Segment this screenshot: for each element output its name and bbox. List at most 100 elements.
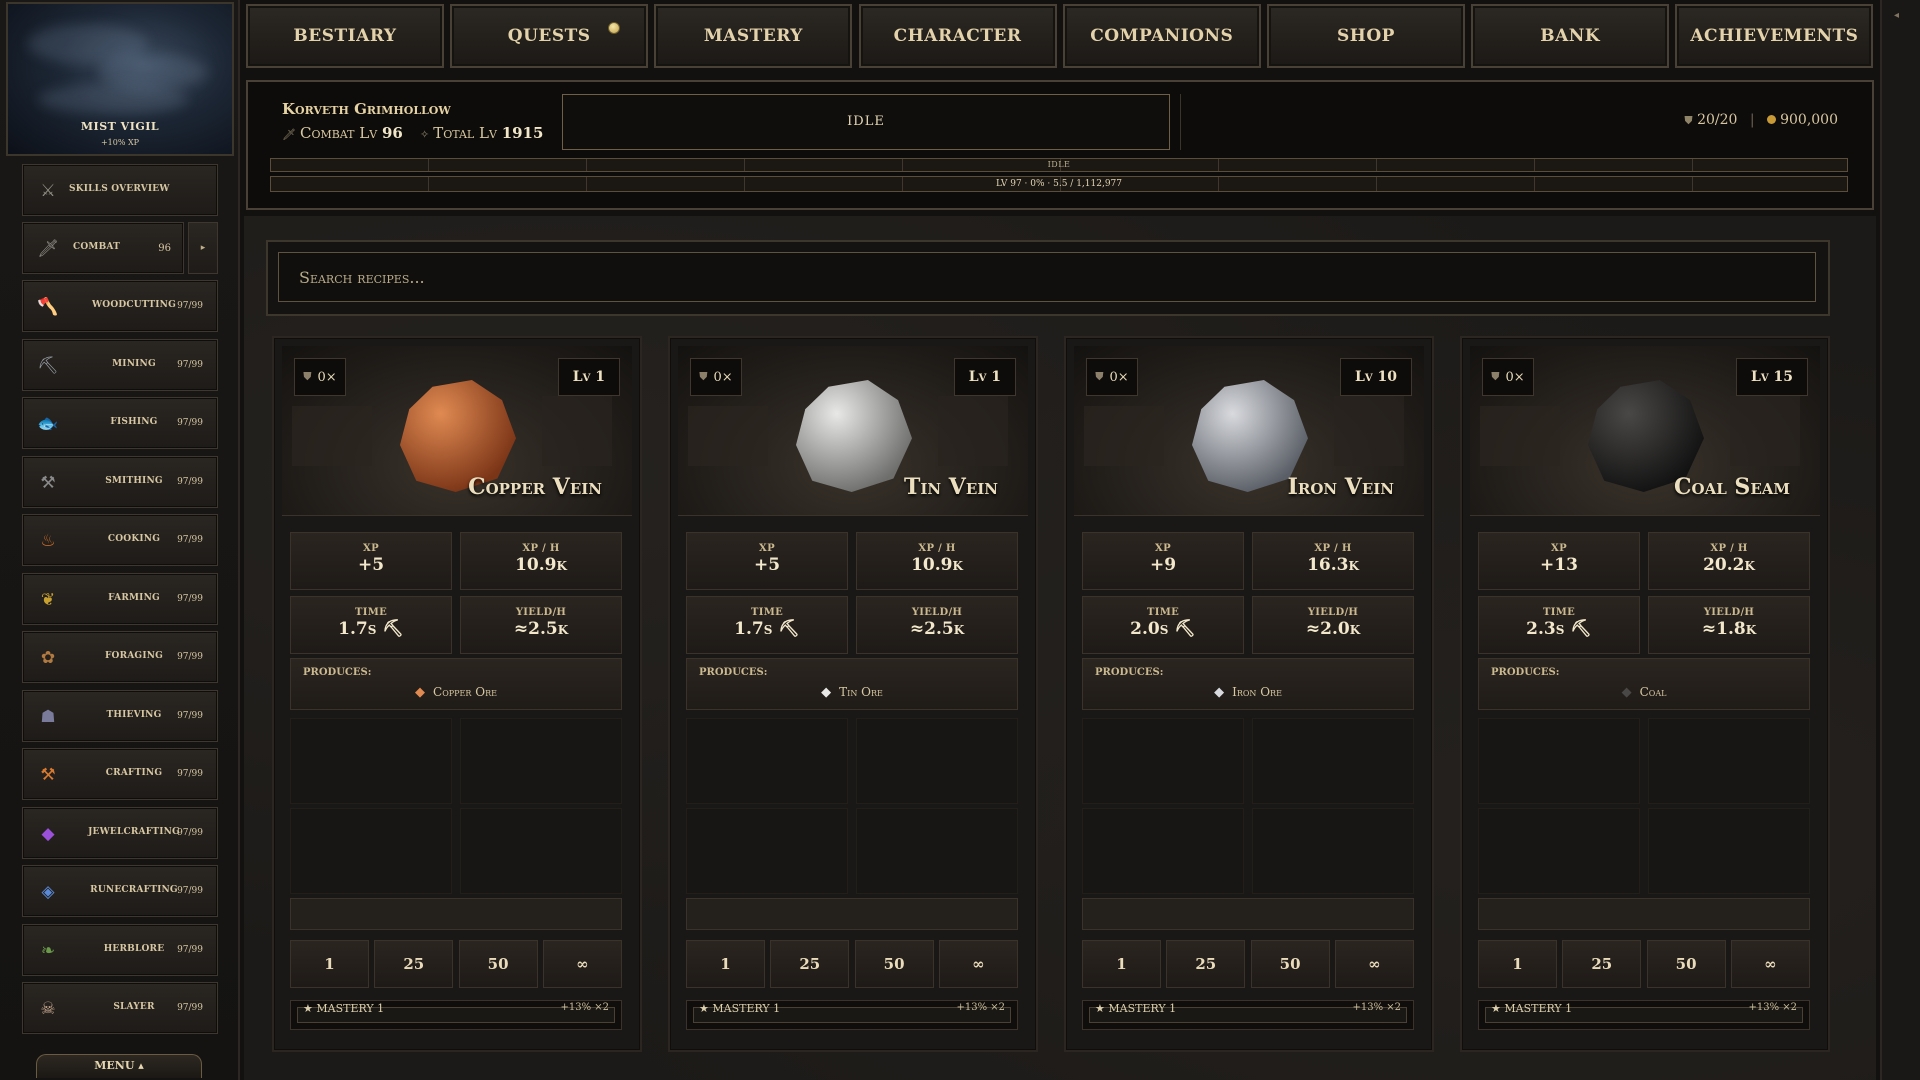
banner-background bbox=[1084, 406, 1164, 466]
quantity-button-1[interactable]: 25 bbox=[1562, 940, 1642, 988]
sidebar-item-herblore[interactable]: ❧ Herblore 97/99 bbox=[22, 923, 218, 976]
quantity-button-2[interactable]: 50 bbox=[458, 940, 538, 988]
tab-character[interactable]: CHARACTER bbox=[858, 4, 1057, 68]
banner-background bbox=[938, 396, 1008, 466]
divider bbox=[1180, 94, 1181, 150]
quantity-input[interactable] bbox=[1082, 898, 1414, 930]
empty-slot bbox=[1648, 718, 1810, 804]
search-input[interactable] bbox=[278, 252, 1816, 302]
quantity-button-3[interactable]: ∞ bbox=[542, 940, 622, 988]
divider: | bbox=[1749, 112, 1755, 128]
quantity-button-0[interactable]: 1 bbox=[290, 940, 369, 988]
quantity-button-1[interactable]: 25 bbox=[1166, 940, 1246, 988]
sidebar-item-farming[interactable]: ❦ Farming 97/99 bbox=[22, 572, 218, 625]
stat-value: 2.0s ⛏ bbox=[1130, 619, 1196, 639]
sidebar-item-level: 97/99 bbox=[177, 827, 203, 838]
quantity-button-1[interactable]: 25 bbox=[374, 940, 454, 988]
empty-slot bbox=[290, 808, 452, 894]
quantity-button-1[interactable]: 25 bbox=[770, 940, 850, 988]
empty-slot bbox=[290, 718, 452, 804]
mastery-bonus: +13% ×2 bbox=[1352, 1002, 1401, 1013]
combat-expand-button[interactable]: ▸ bbox=[188, 222, 218, 274]
empty-slot bbox=[1252, 718, 1414, 804]
sidebar-item-slayer[interactable]: ☠ Slayer 97/99 bbox=[22, 982, 218, 1034]
empty-slot bbox=[686, 718, 848, 804]
empty-slot bbox=[686, 808, 848, 894]
tab-achievements[interactable]: ACHIEVEMENTS bbox=[1675, 4, 1874, 68]
sidebar: MIST VIGIL +10% XP ⚔ Skills Overview 🗡 C… bbox=[0, 0, 240, 1080]
quantity-input[interactable] bbox=[686, 898, 1018, 930]
sidebar-item-runecrafting[interactable]: ◈ Runecrafting 97/99 bbox=[22, 865, 218, 917]
fish-icon: 🐟 bbox=[37, 414, 59, 434]
quantity-input[interactable] bbox=[1478, 898, 1810, 930]
quantity-button-0[interactable]: 1 bbox=[686, 940, 765, 988]
recipe-card-tin-vein[interactable]: ⛊ 0× Lv 1 Tin Vein XP +5 XP / H 10.9k TI… bbox=[668, 336, 1038, 1052]
recipe-card-coal-seam[interactable]: ⛊ 0× Lv 15 Coal Seam XP +13 XP / H 20.2k… bbox=[1460, 336, 1830, 1052]
tab-bestiary[interactable]: BESTIARY bbox=[246, 4, 444, 68]
stat-label: XP / H bbox=[522, 543, 560, 554]
stat-xp-per-hour: XP / H 10.9k bbox=[460, 532, 622, 590]
coin-icon bbox=[1767, 115, 1777, 124]
owned-count: 0× bbox=[713, 369, 733, 385]
tab-shop[interactable]: SHOP bbox=[1267, 4, 1465, 68]
sidebar-item-smithing[interactable]: ⚒ Smithing 97/99 bbox=[22, 455, 218, 508]
sidebar-item-foraging[interactable]: ✿ Foraging 97/99 bbox=[22, 631, 218, 683]
collapse-arrow-icon[interactable]: ◂ bbox=[1894, 10, 1899, 21]
quantity-input[interactable] bbox=[290, 898, 622, 930]
owned-count: 0× bbox=[1505, 369, 1525, 385]
stat-value: +9 bbox=[1149, 555, 1177, 575]
sidebar-item-level: 97/99 bbox=[177, 710, 203, 721]
quantity-button-0[interactable]: 1 bbox=[1478, 940, 1557, 988]
produces-item[interactable]: ◆ Tin Ore bbox=[687, 685, 1017, 700]
sidebar-item-woodcutting[interactable]: 🪓 Woodcutting 97/99 bbox=[22, 280, 218, 332]
anvil-icon: ⚒ bbox=[40, 472, 56, 493]
quantity-button-2[interactable]: 50 bbox=[1646, 940, 1726, 988]
mask-icon: ☗ bbox=[40, 706, 56, 727]
recipe-card-iron-vein[interactable]: ⛊ 0× Lv 10 Iron Vein XP +9 XP / H 16.3k … bbox=[1064, 336, 1434, 1052]
tab-bank[interactable]: BANK bbox=[1471, 4, 1670, 68]
quantity-button-3[interactable]: ∞ bbox=[1730, 940, 1810, 988]
stat-label: XP bbox=[759, 543, 775, 554]
sidebar-item-cooking[interactable]: ♨ Cooking 97/99 bbox=[22, 514, 218, 566]
recipe-card-copper-vein[interactable]: ⛊ 0× Lv 1 Copper Vein XP +5 XP / H 10.9k… bbox=[272, 336, 642, 1052]
location-banner[interactable]: MIST VIGIL +10% XP bbox=[6, 2, 234, 156]
tab-quests[interactable]: QUESTS bbox=[450, 4, 649, 68]
sidebar-item-fishing[interactable]: 🐟 Fishing 97/99 bbox=[22, 397, 218, 449]
produces-item[interactable]: ◆ Copper Ore bbox=[291, 685, 621, 700]
stat-time: TIME 2.0s ⛏ bbox=[1082, 596, 1244, 654]
empty-slot bbox=[1478, 718, 1640, 804]
tab-companions[interactable]: COMPANIONS bbox=[1062, 4, 1261, 68]
current-activity: IDLE bbox=[562, 94, 1170, 150]
stat-value: 20.2k bbox=[1703, 555, 1755, 575]
quantity-button-2[interactable]: 50 bbox=[1250, 940, 1330, 988]
combat-level-label: Combat Lv bbox=[299, 124, 378, 142]
sidebar-item-thieving[interactable]: ☗ Thieving 97/99 bbox=[22, 689, 218, 742]
sidebar-item-level: 97/99 bbox=[177, 418, 203, 428]
produces-label: PRODUCES: bbox=[699, 667, 768, 678]
produces-item[interactable]: ◆ Coal bbox=[1479, 685, 1809, 700]
sidebar-item-skills-overview[interactable]: ⚔ Skills Overview bbox=[22, 164, 218, 216]
owned-count-badge: ⛊ 0× bbox=[690, 358, 742, 396]
quantity-button-0[interactable]: 1 bbox=[1082, 940, 1161, 988]
owned-count: 0× bbox=[1109, 369, 1129, 385]
xp-progress-bar: LV 97 · 0% · 5.5 / 1,112,977 bbox=[270, 176, 1848, 192]
menu-button[interactable]: MENU ▴ bbox=[36, 1054, 202, 1078]
sidebar-item-mining[interactable]: ⛏ Mining 97/99 bbox=[22, 338, 218, 391]
stat-label: XP bbox=[1155, 543, 1171, 554]
stat-value: +5 bbox=[753, 555, 781, 575]
empty-slot bbox=[1082, 718, 1244, 804]
combat-level-value: 96 bbox=[381, 124, 403, 142]
mastery-label: ★ MASTERY 1 bbox=[699, 1002, 781, 1015]
quantity-button-3[interactable]: ∞ bbox=[1334, 940, 1414, 988]
total-level-label: Total Lv bbox=[433, 124, 497, 142]
sidebar-item-combat[interactable]: 🗡 Combat 96 bbox=[22, 222, 184, 274]
pot-icon: ♨ bbox=[40, 531, 56, 551]
sidebar-item-jewelcrafting[interactable]: ◆ Jewelcrafting 97/99 bbox=[22, 806, 218, 859]
produces-item[interactable]: ◆ Iron Ore bbox=[1083, 685, 1413, 700]
tab-mastery[interactable]: MASTERY bbox=[654, 4, 853, 68]
sidebar-item-crafting[interactable]: ⚒ Crafting 97/99 bbox=[22, 748, 218, 800]
player-status-panel: Korveth Grimhollow 🗡 Combat Lv 96 ✧ Total … bbox=[246, 80, 1874, 210]
quantity-button-2[interactable]: 50 bbox=[854, 940, 934, 988]
sword-icon: 🗡 bbox=[282, 128, 296, 141]
quantity-button-3[interactable]: ∞ bbox=[938, 940, 1018, 988]
